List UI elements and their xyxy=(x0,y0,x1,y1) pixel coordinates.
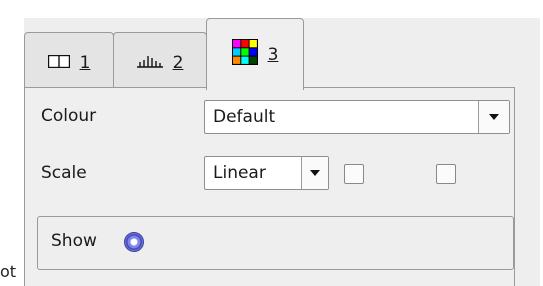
show-group: Show xyxy=(37,216,514,270)
scale-value: Linear xyxy=(213,163,266,183)
settings-panel: 1 2 3 Colour Default Scale Linear Show xyxy=(24,18,540,286)
tab-1[interactable]: 1 xyxy=(24,32,114,88)
show-radio[interactable] xyxy=(124,232,144,252)
tab-3-label: 3 xyxy=(267,44,279,65)
scale-checkbox-1[interactable] xyxy=(344,164,364,184)
color-grid-icon xyxy=(231,39,258,70)
tab-2[interactable]: 2 xyxy=(113,32,207,88)
colour-label: Colour xyxy=(41,106,97,126)
chevron-down-icon[interactable] xyxy=(301,157,328,189)
panel-layout-icon xyxy=(47,53,70,73)
tab-1-label: 1 xyxy=(79,52,91,73)
scale-checkbox-2[interactable] xyxy=(436,164,456,184)
scale-label: Scale xyxy=(41,163,87,183)
colour-value: Default xyxy=(213,107,276,127)
show-label: Show xyxy=(51,231,97,251)
tab-content: Colour Default Scale Linear Show xyxy=(24,87,515,286)
stray-text: ot xyxy=(0,262,17,281)
tab-3[interactable]: 3 xyxy=(206,18,304,90)
scale-dropdown[interactable]: Linear xyxy=(204,156,329,190)
histogram-icon xyxy=(136,53,163,73)
tab-2-label: 2 xyxy=(172,52,184,73)
chevron-down-icon[interactable] xyxy=(478,101,509,133)
colour-dropdown[interactable]: Default xyxy=(204,100,510,134)
